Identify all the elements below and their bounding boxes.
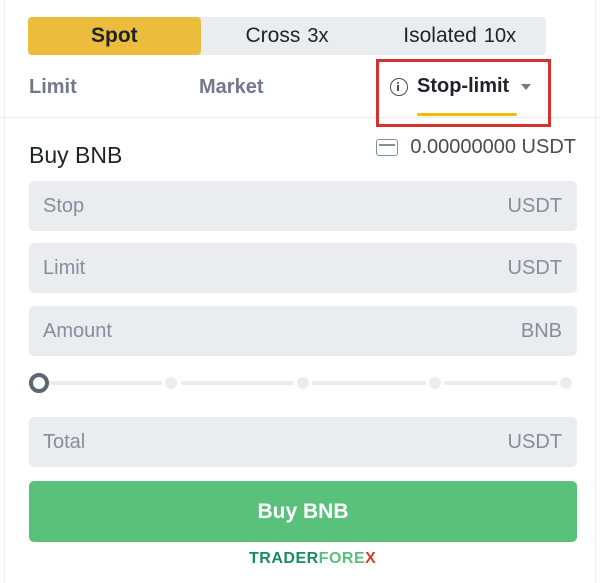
wallet-icon xyxy=(376,139,399,156)
slider-handle[interactable] xyxy=(29,373,49,393)
mode-isolated-multiplier: 10x xyxy=(483,24,517,47)
chevron-down-icon[interactable] xyxy=(521,83,532,90)
stop-price-input[interactable]: Stop USDT xyxy=(29,181,577,231)
amount-unit: BNB xyxy=(520,319,562,342)
slider-step-25[interactable] xyxy=(165,377,177,389)
stop-placeholder: Stop xyxy=(43,194,85,217)
tab-market[interactable]: Market xyxy=(199,76,263,99)
slider-track-segment xyxy=(49,381,162,385)
slider-track-segment xyxy=(181,381,294,385)
balance-value: 0.00000000 USDT xyxy=(410,136,576,158)
mode-isolated-button[interactable]: Isolated 10x xyxy=(373,17,546,55)
amount-percent-slider[interactable] xyxy=(29,372,577,394)
total-input[interactable]: Total USDT xyxy=(29,417,577,467)
mode-isolated-label: Isolated xyxy=(403,24,477,47)
amount-input[interactable]: Amount BNB xyxy=(29,306,577,356)
limit-price-input[interactable]: Limit USDT xyxy=(29,243,577,293)
tab-stop-limit-label: Stop-limit xyxy=(417,75,510,97)
total-placeholder: Total xyxy=(43,430,86,453)
tab-stop-limit[interactable]: Stop-limit xyxy=(390,75,532,98)
watermark-part-2: FORE xyxy=(318,550,366,567)
form-title: Buy BNB xyxy=(29,142,123,168)
buy-button-label: Buy BNB xyxy=(257,499,349,523)
stop-unit: USDT xyxy=(507,194,562,217)
mode-spot-button[interactable]: Spot xyxy=(28,17,201,55)
mode-cross-button[interactable]: Cross 3x xyxy=(201,17,374,55)
mode-cross-multiplier: 3x xyxy=(307,24,329,47)
order-type-tabs: Limit Market Stop-limit xyxy=(0,58,600,118)
watermark-part-3: X xyxy=(365,550,377,567)
slider-track-segment xyxy=(312,381,426,385)
limit-unit: USDT xyxy=(507,256,562,279)
total-unit: USDT xyxy=(507,430,562,453)
slider-step-50[interactable] xyxy=(297,377,309,389)
watermark-logo: TRADERFOREX xyxy=(249,550,376,568)
slider-step-75[interactable] xyxy=(429,377,441,389)
available-balance: 0.00000000 USDT xyxy=(376,136,576,159)
slider-step-100[interactable] xyxy=(560,377,572,389)
buy-bnb-button[interactable]: Buy BNB xyxy=(29,481,577,542)
watermark-part-1: TRADER xyxy=(249,550,319,567)
margin-mode-selector: Spot Cross 3x Isolated 10x xyxy=(28,17,546,55)
tab-limit[interactable]: Limit xyxy=(29,76,77,99)
limit-placeholder: Limit xyxy=(43,256,86,279)
amount-placeholder: Amount xyxy=(43,319,112,342)
slider-track-segment xyxy=(444,381,558,385)
info-icon[interactable] xyxy=(390,77,408,96)
active-tab-indicator xyxy=(417,113,517,116)
mode-spot-label: Spot xyxy=(91,24,138,47)
mode-cross-label: Cross xyxy=(245,24,301,47)
